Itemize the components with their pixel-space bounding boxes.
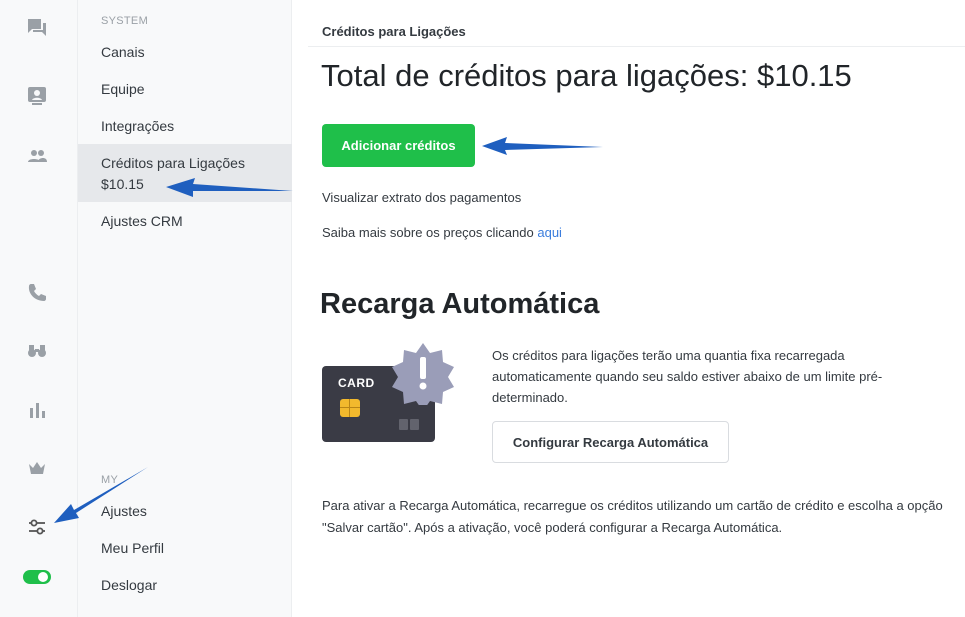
card-dots-icon xyxy=(399,417,421,430)
nav-item-meu-perfil[interactable]: Meu Perfil xyxy=(78,538,292,559)
nav-item-creditos-label: Créditos para Ligações xyxy=(101,155,245,171)
crown-icon[interactable] xyxy=(22,453,52,483)
nav-item-integracoes[interactable]: Integrações xyxy=(78,116,292,137)
contacts-card-icon[interactable] xyxy=(22,81,52,111)
page-header-title: Créditos para Ligações xyxy=(322,24,466,39)
icon-sidebar xyxy=(0,0,78,617)
phone-icon[interactable] xyxy=(22,277,52,307)
card-label: CARD xyxy=(338,376,375,390)
nav-item-deslogar[interactable]: Deslogar xyxy=(78,575,292,596)
warning-badge-icon xyxy=(392,343,454,405)
configure-auto-recharge-button[interactable]: Configurar Recarga Automática xyxy=(492,421,729,463)
system-section-label: SYSTEM xyxy=(101,15,149,27)
chat-icon[interactable] xyxy=(22,13,52,43)
nav-item-canais[interactable]: Canais xyxy=(78,42,292,63)
binoculars-icon[interactable] xyxy=(22,335,52,365)
auto-recharge-description: Os créditos para ligações terão uma quan… xyxy=(492,348,883,405)
page-header: Créditos para Ligações xyxy=(308,0,965,47)
main-content: Créditos para Ligações Total de créditos… xyxy=(292,0,965,617)
my-section-label: MY xyxy=(101,474,119,486)
nav-item-creditos[interactable]: Créditos para Ligações $10.15 xyxy=(78,144,292,202)
pricing-text: Saiba mais sobre os preços clicando xyxy=(322,225,534,240)
pricing-info: Saiba mais sobre os preços clicando aqui xyxy=(322,225,562,240)
credits-total-title: Total de créditos para ligações: $10.15 xyxy=(321,58,852,93)
nav-item-ajustes[interactable]: Ajustes xyxy=(78,501,292,522)
card-chip-icon xyxy=(340,399,360,417)
team-icon[interactable] xyxy=(22,141,52,171)
nav-item-ajustes-crm[interactable]: Ajustes CRM xyxy=(78,211,292,232)
settings-sliders-icon[interactable] xyxy=(22,512,52,542)
pricing-link[interactable]: aqui xyxy=(537,225,562,240)
nav-item-equipe[interactable]: Equipe xyxy=(78,79,292,100)
settings-subnav: SYSTEM Canais Equipe Integrações Crédito… xyxy=(78,0,292,617)
add-credits-button[interactable]: Adicionar créditos xyxy=(322,124,475,167)
auto-recharge-note: Para ativar a Recarga Automática, recarr… xyxy=(322,498,943,535)
auto-recharge-title: Recarga Automática xyxy=(320,288,600,320)
status-toggle-icon[interactable] xyxy=(22,562,52,592)
nav-item-creditos-balance: $10.15 xyxy=(101,176,144,192)
bar-chart-icon[interactable] xyxy=(22,395,52,425)
payment-statement-link[interactable]: Visualizar extrato dos pagamentos xyxy=(322,190,521,205)
